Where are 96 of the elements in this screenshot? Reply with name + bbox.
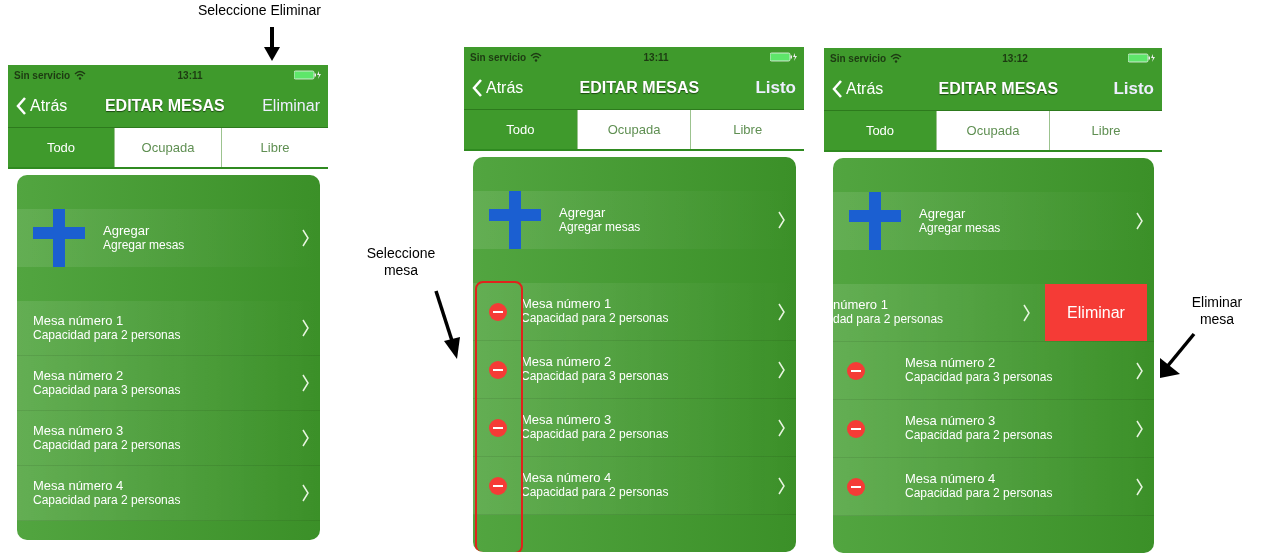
table-row[interactable]: Mesa número 4 Capacidad para 2 personas <box>17 466 320 521</box>
table-row[interactable]: Mesa número 1 Capacidad para 2 personas <box>17 301 320 356</box>
wifi-icon <box>74 70 87 80</box>
table-row[interactable]: Mesa número 4 Capacidad para 2 personas <box>833 458 1154 516</box>
row-title: Mesa número 1 <box>33 313 125 329</box>
row-subtitle: Capacidad para 3 personas <box>521 370 670 384</box>
battery-icon <box>294 70 322 80</box>
arrow <box>434 290 460 359</box>
arrow <box>1160 332 1196 378</box>
row-title: Mesa número 4 <box>33 478 125 494</box>
carrier-label: Sin servicio <box>830 51 887 66</box>
back-label: Atrás <box>486 78 524 98</box>
row-subtitle: Capacidad para 2 personas <box>33 328 182 343</box>
back-label: Atrás <box>846 79 884 99</box>
screen-title: EDITAR MESAS <box>579 78 700 98</box>
carrier-label: Sin servicio <box>470 50 527 65</box>
carrier-label: Sin servicio <box>14 68 71 83</box>
callout-text: Seleccione mesa <box>365 245 437 279</box>
chevron-right-icon <box>302 319 310 337</box>
row-subtitle: Capacidad para 2 personas <box>521 486 670 500</box>
row-title: Agregar <box>919 206 967 222</box>
chevron-right-icon <box>302 374 310 392</box>
chevron-right-icon <box>778 360 786 379</box>
battery-icon <box>770 52 798 62</box>
minus-circle-icon <box>489 476 507 495</box>
filter-tab[interactable]: Todo <box>8 128 114 167</box>
row-subtitle: Capacidad para 2 personas <box>521 428 670 442</box>
row-subtitle: Agregar mesas <box>919 221 1002 236</box>
row-title: número 1 <box>833 298 889 314</box>
callout-text: Seleccione Eliminar <box>198 2 321 19</box>
chevron-right-icon <box>302 484 310 502</box>
back-link[interactable]: Atrás <box>832 77 884 101</box>
battery-icon <box>1128 53 1156 63</box>
chevron-right-icon <box>778 476 786 495</box>
back-link[interactable]: Atrás <box>16 94 68 118</box>
row-title: Agregar <box>103 223 151 239</box>
screen-title: EDITAR MESAS <box>104 96 225 116</box>
filter-tab[interactable]: Todo <box>824 111 936 150</box>
arrow <box>264 27 280 61</box>
plus-icon <box>489 191 541 249</box>
minus-circle-icon <box>847 477 865 496</box>
row-title: Mesa número 2 <box>905 356 997 372</box>
chevron-right-icon <box>1023 303 1031 322</box>
row-subtitle: Capacidad para 2 personas <box>521 312 670 326</box>
screen-title: EDITAR MESAS <box>938 79 1059 99</box>
minus-circle-icon <box>489 302 507 321</box>
plus-icon <box>33 209 85 267</box>
row-title: Mesa número 3 <box>905 414 997 430</box>
minus-circle-icon <box>489 360 507 379</box>
back-link[interactable]: Atrás <box>472 76 524 100</box>
delete-button[interactable]: Eliminar <box>1045 284 1147 341</box>
callout-text: Eliminar mesa <box>1190 294 1244 328</box>
back-chevron-icon <box>472 79 483 97</box>
table-row[interactable]: número 1 dad para 2 personas Eliminar <box>833 284 1154 342</box>
row-subtitle: Agregar mesas <box>103 238 186 253</box>
row-subtitle: Capacidad para 3 personas <box>33 383 182 398</box>
row-subtitle: Capacidad para 2 personas <box>33 438 182 453</box>
plus-icon <box>849 192 901 250</box>
nav-action-link[interactable]: Listo <box>755 75 796 101</box>
row-title: Mesa número 2 <box>33 368 125 384</box>
row-title: Agregar <box>559 205 607 221</box>
row-title: Mesa número 4 <box>905 472 997 488</box>
row-subtitle: Agregar mesas <box>559 220 642 235</box>
row-subtitle: Capacidad para 2 personas <box>905 429 1054 443</box>
back-label: Atrás <box>30 96 68 116</box>
chevron-right-icon <box>302 229 310 247</box>
table-row[interactable]: Mesa número 3 Capacidad para 2 personas <box>833 400 1154 458</box>
row-title: Mesa número 3 <box>33 423 125 439</box>
chevron-right-icon <box>1136 212 1144 230</box>
back-chevron-icon <box>832 80 843 98</box>
table-row[interactable]: Mesa número 3 Capacidad para 2 personas <box>17 411 320 466</box>
chevron-right-icon <box>778 418 786 437</box>
table-row[interactable]: Mesa número 2 Capacidad para 3 personas <box>17 356 320 411</box>
chevron-right-icon <box>302 429 310 447</box>
wifi-icon <box>890 53 903 63</box>
clock-time: 13:11 <box>643 50 669 65</box>
nav-action-link[interactable]: Eliminar <box>262 94 320 118</box>
row-subtitle: Capacidad para 3 personas <box>905 371 1054 385</box>
chevron-right-icon <box>778 211 786 229</box>
chevron-right-icon <box>1136 477 1144 496</box>
table-row[interactable]: Mesa número 2 Capacidad para 3 personas <box>833 342 1154 400</box>
back-chevron-icon <box>16 97 27 115</box>
wifi-icon <box>530 52 543 62</box>
clock-time: 13:12 <box>1002 51 1028 66</box>
row-subtitle: Capacidad para 2 personas <box>33 493 182 508</box>
filter-tab[interactable]: Todo <box>464 110 577 149</box>
minus-circle-icon <box>489 418 507 437</box>
chevron-right-icon <box>1136 361 1144 380</box>
row-subtitle: Capacidad para 2 personas <box>905 487 1054 501</box>
nav-action-link[interactable]: Listo <box>1113 76 1154 102</box>
clock-time: 13:11 <box>177 68 203 83</box>
row-subtitle: dad para 2 personas <box>833 313 945 327</box>
chevron-right-icon <box>778 302 786 321</box>
minus-circle-icon <box>847 419 865 438</box>
minus-circle-icon <box>847 361 865 380</box>
chevron-right-icon <box>1136 419 1144 438</box>
